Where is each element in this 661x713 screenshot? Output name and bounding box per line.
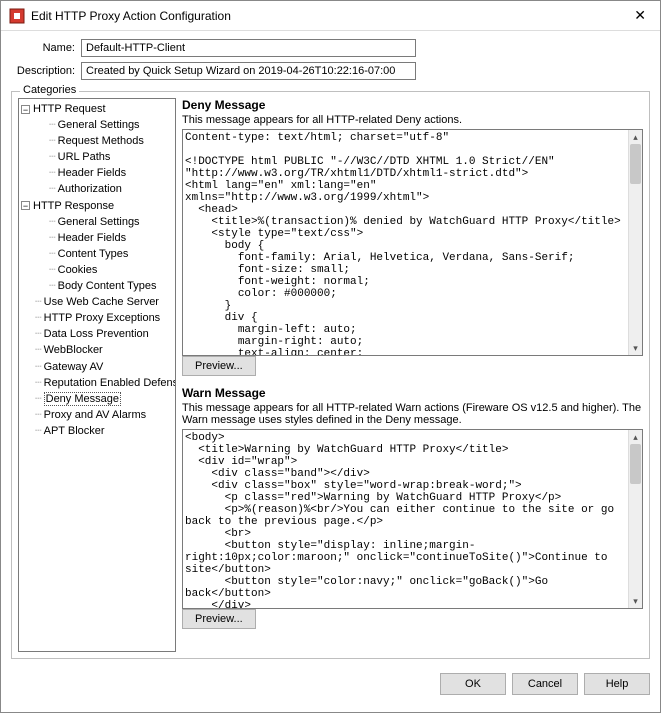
tree-dash-icon: ┄ bbox=[35, 295, 42, 309]
tree-dlp[interactable]: Data Loss Prevention bbox=[44, 328, 149, 340]
ok-button[interactable]: OK bbox=[440, 673, 506, 695]
cancel-button[interactable]: Cancel bbox=[512, 673, 578, 695]
close-icon[interactable]: ✕ bbox=[628, 7, 652, 24]
deny-textarea[interactable]: Content-type: text/html; charset="utf-8"… bbox=[183, 130, 642, 355]
tree-webblocker[interactable]: WebBlocker bbox=[44, 345, 103, 357]
tree-dash-icon: ┄ bbox=[35, 424, 42, 438]
warn-textarea[interactable]: <body> <title>Warning by WatchGuard HTTP… bbox=[183, 430, 642, 608]
categories-label: Categories bbox=[20, 84, 79, 96]
tree-http-request[interactable]: HTTP Request bbox=[33, 103, 106, 115]
tree-dash-icon: ┄ bbox=[49, 118, 56, 132]
tree-http-response[interactable]: HTTP Response bbox=[33, 200, 114, 212]
help-button[interactable]: Help bbox=[584, 673, 650, 695]
tree-apt-blocker[interactable]: APT Blocker bbox=[44, 425, 105, 437]
tree-dash-icon: ┄ bbox=[35, 392, 42, 406]
tree-resp-content[interactable]: Content Types bbox=[58, 248, 129, 260]
tree-resp-general[interactable]: General Settings bbox=[58, 216, 140, 228]
tree-dash-icon: ┄ bbox=[35, 408, 42, 422]
tree-deny-message[interactable]: Deny Message bbox=[44, 392, 121, 406]
minus-icon[interactable]: − bbox=[21, 201, 30, 210]
warn-sub: This message appears for all HTTP-relate… bbox=[182, 402, 643, 426]
tree-dash-icon: ┄ bbox=[35, 327, 42, 341]
tree-proxy-av-alarms[interactable]: Proxy and AV Alarms bbox=[44, 409, 147, 421]
tree-resp-header[interactable]: Header Fields bbox=[58, 232, 126, 244]
tree-dash-icon: ┄ bbox=[49, 150, 56, 164]
tree-dash-icon: ┄ bbox=[49, 231, 56, 245]
categories-tree[interactable]: −HTTP Request ┄General Settings ┄Request… bbox=[18, 98, 176, 652]
tree-req-methods[interactable]: Request Methods bbox=[58, 135, 144, 147]
chevron-up-icon[interactable]: ▴ bbox=[629, 430, 642, 444]
tree-dash-icon: ┄ bbox=[35, 360, 42, 374]
deny-sub: This message appears for all HTTP-relate… bbox=[182, 114, 643, 126]
chevron-up-icon[interactable]: ▴ bbox=[629, 130, 642, 144]
scrollbar[interactable]: ▴ ▾ bbox=[628, 430, 642, 608]
warn-preview-button[interactable]: Preview... bbox=[182, 609, 256, 629]
tree-req-urlpaths[interactable]: URL Paths bbox=[58, 151, 111, 163]
scroll-thumb[interactable] bbox=[630, 444, 641, 484]
name-label: Name: bbox=[15, 42, 75, 54]
tree-dash-icon: ┄ bbox=[35, 311, 42, 325]
deny-preview-button[interactable]: Preview... bbox=[182, 356, 256, 376]
tree-proxy-exceptions[interactable]: HTTP Proxy Exceptions bbox=[44, 312, 161, 324]
tree-webcache[interactable]: Use Web Cache Server bbox=[44, 296, 159, 308]
tree-dash-icon: ┄ bbox=[49, 182, 56, 196]
tree-dash-icon: ┄ bbox=[49, 134, 56, 148]
minus-icon[interactable]: − bbox=[21, 105, 30, 114]
tree-red[interactable]: Reputation Enabled Defense bbox=[44, 377, 176, 389]
scrollbar[interactable]: ▴ ▾ bbox=[628, 130, 642, 355]
name-input[interactable] bbox=[81, 39, 416, 57]
tree-resp-cookies[interactable]: Cookies bbox=[58, 264, 98, 276]
app-icon bbox=[9, 8, 25, 24]
tree-dash-icon: ┄ bbox=[49, 263, 56, 277]
tree-dash-icon: ┄ bbox=[35, 376, 42, 390]
tree-req-general[interactable]: General Settings bbox=[58, 119, 140, 131]
desc-label: Description: bbox=[15, 65, 75, 77]
tree-req-header[interactable]: Header Fields bbox=[58, 167, 126, 179]
chevron-down-icon[interactable]: ▾ bbox=[629, 341, 642, 355]
scroll-thumb[interactable] bbox=[630, 144, 641, 184]
tree-resp-body[interactable]: Body Content Types bbox=[58, 280, 157, 292]
window-title: Edit HTTP Proxy Action Configuration bbox=[31, 9, 628, 23]
tree-gateway-av[interactable]: Gateway AV bbox=[44, 361, 104, 373]
desc-input[interactable] bbox=[81, 62, 416, 80]
tree-dash-icon: ┄ bbox=[49, 215, 56, 229]
tree-dash-icon: ┄ bbox=[35, 343, 42, 357]
deny-title: Deny Message bbox=[182, 98, 643, 112]
chevron-down-icon[interactable]: ▾ bbox=[629, 594, 642, 608]
tree-dash-icon: ┄ bbox=[49, 247, 56, 261]
tree-req-auth[interactable]: Authorization bbox=[58, 184, 122, 196]
tree-dash-icon: ┄ bbox=[49, 279, 56, 293]
tree-dash-icon: ┄ bbox=[49, 166, 56, 180]
warn-title: Warn Message bbox=[182, 386, 643, 400]
